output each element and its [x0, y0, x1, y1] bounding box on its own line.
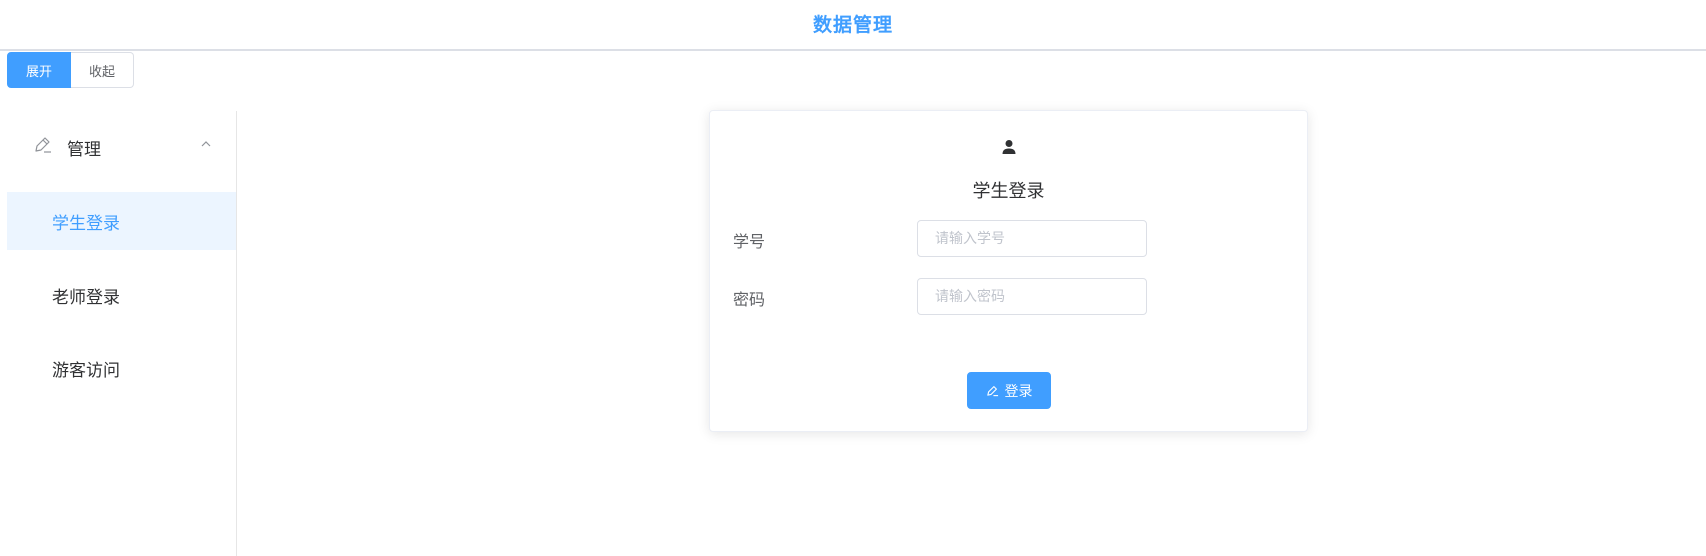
sidebar-toggle-group: 展开 收起	[7, 52, 134, 88]
login-card: 学生登录 学号 密码 登录	[709, 110, 1308, 432]
password-label: 密码	[733, 290, 766, 309]
login-button-label: 登录	[1004, 383, 1033, 400]
edit-icon	[986, 386, 998, 397]
login-button[interactable]: 登录	[967, 372, 1051, 409]
password-input[interactable]	[917, 278, 1147, 315]
sidebar-item-teacher-login[interactable]: 老师登录	[7, 266, 236, 324]
sidebar-item-guest-access[interactable]: 游客访问	[7, 339, 236, 397]
user-icon	[1002, 140, 1016, 154]
student-id-label: 学号	[733, 232, 766, 251]
expand-button[interactable]: 展开	[7, 52, 71, 88]
submenu-label: 管理	[67, 140, 101, 160]
login-title: 学生登录	[972, 181, 1045, 202]
student-id-input[interactable]	[917, 220, 1147, 257]
edit-icon	[35, 137, 51, 153]
collapse-button[interactable]: 收起	[71, 52, 134, 88]
submenu-manage[interactable]: 管理	[7, 111, 236, 181]
top-header: 数据管理	[0, 0, 1706, 51]
sidebar-item-student-login[interactable]: 学生登录	[7, 192, 236, 250]
chevron-up-icon	[201, 141, 211, 147]
app-title: 数据管理	[812, 14, 893, 36]
sidebar-menu: 管理 学生登录 老师登录 游客访问	[7, 111, 237, 556]
